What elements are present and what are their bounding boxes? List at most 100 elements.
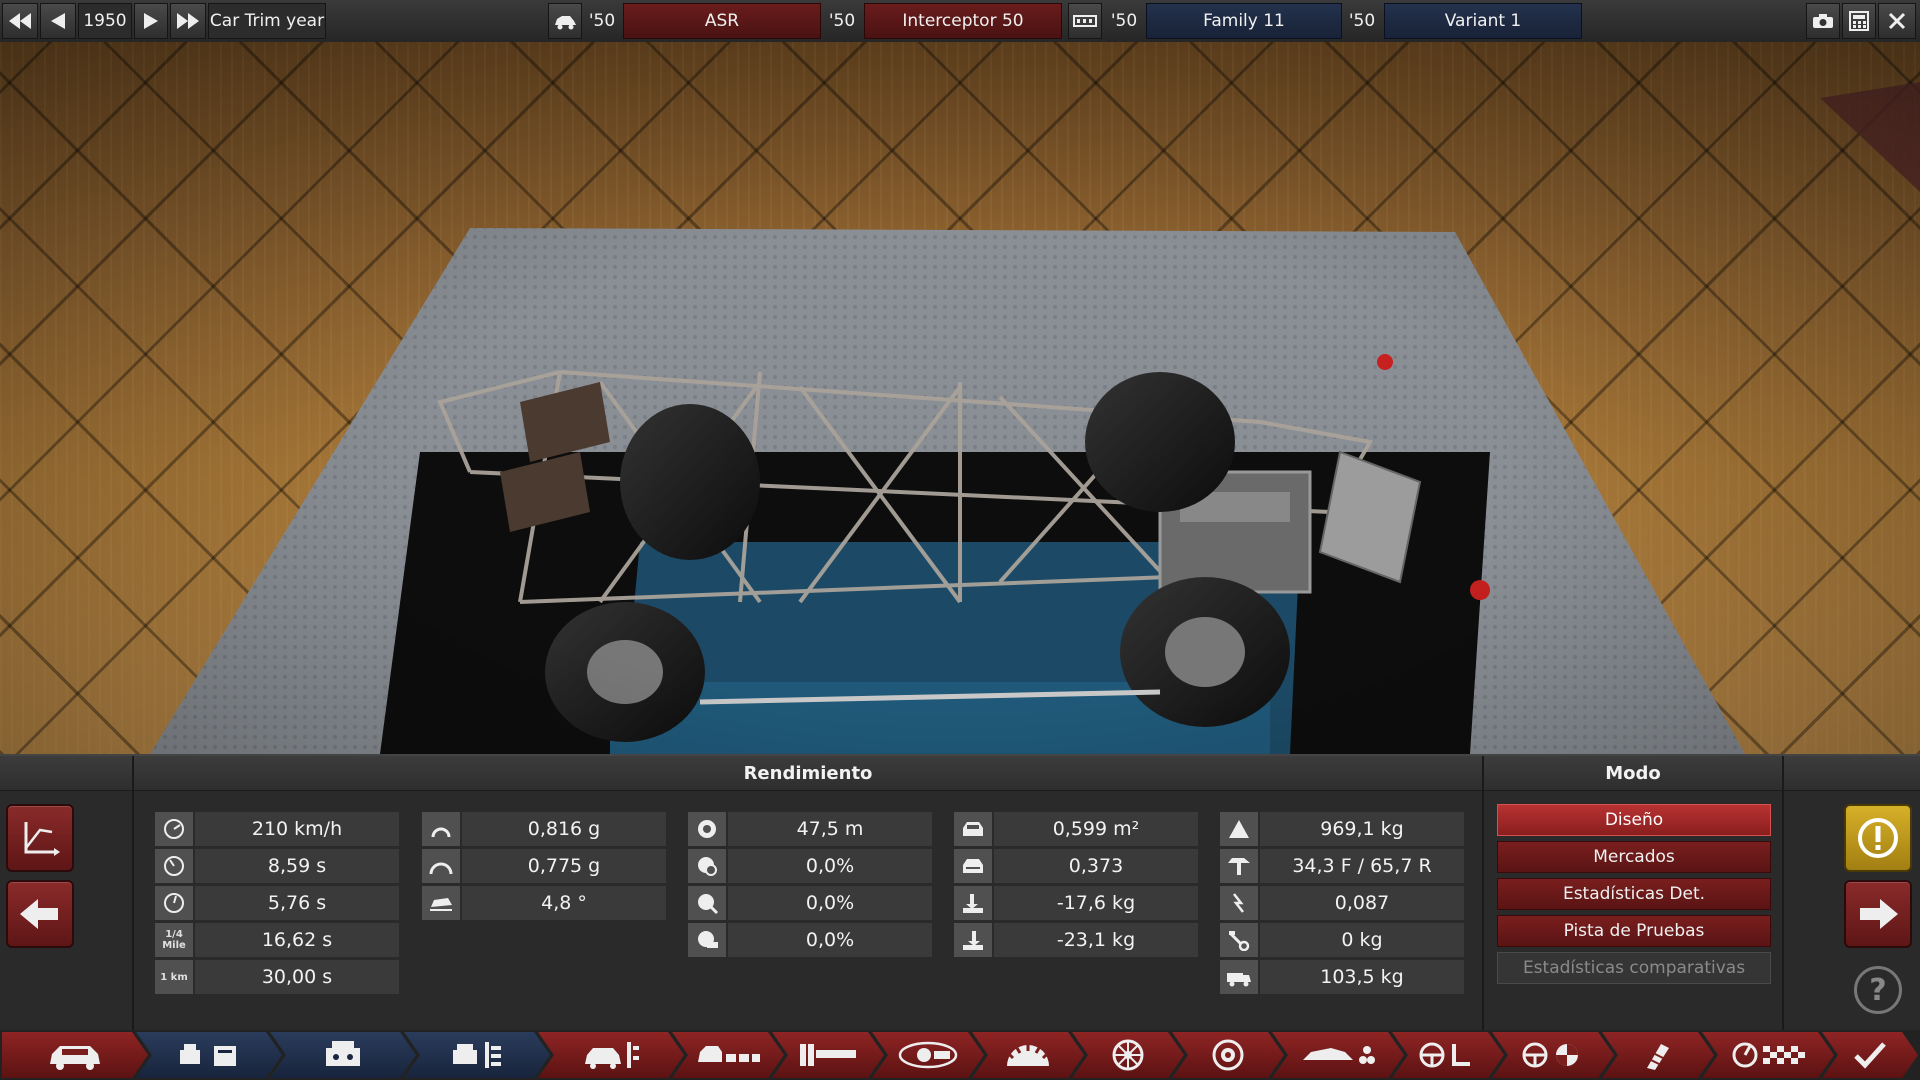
nav-testing[interactable] bbox=[1702, 1032, 1834, 1078]
screenshot-button[interactable] bbox=[1806, 3, 1840, 39]
nav-safety[interactable] bbox=[1492, 1032, 1614, 1078]
car-model-button[interactable] bbox=[548, 3, 582, 39]
trim-year: '50 bbox=[828, 11, 856, 31]
quarter-mile-icon: 1/4 Mile bbox=[155, 923, 193, 957]
stat-weight-distribution: 34,3 F / 65,7 R bbox=[1220, 849, 1464, 883]
close-button[interactable] bbox=[1878, 3, 1916, 39]
step-forward-button[interactable] bbox=[134, 3, 168, 39]
stat-value: 0 kg bbox=[1260, 923, 1464, 957]
back-button[interactable] bbox=[6, 880, 74, 948]
nav-suspension[interactable] bbox=[972, 1032, 1084, 1078]
nav-engine-placement[interactable] bbox=[872, 1032, 984, 1078]
family-name[interactable]: Family 11 bbox=[1146, 3, 1342, 39]
nav-car-trim[interactable] bbox=[538, 1032, 684, 1078]
designer-navigation bbox=[0, 1030, 1920, 1080]
frontal-area-icon bbox=[954, 812, 992, 846]
calculator-button[interactable] bbox=[1842, 3, 1876, 39]
next-button[interactable] bbox=[1844, 880, 1912, 948]
stat-quarter-mile: 1/4 Mile 16,62 s bbox=[155, 923, 399, 957]
stat-value: 4,8 ° bbox=[462, 886, 666, 920]
mode-compare-stats-button[interactable]: Estadísticas comparativas bbox=[1497, 952, 1771, 984]
cargo-icon bbox=[1220, 960, 1258, 994]
engine-placement-icon bbox=[896, 1040, 960, 1070]
car-model-icon bbox=[555, 16, 576, 30]
stat-top-speed: 210 km/h bbox=[155, 812, 399, 846]
brake-fade-2-icon bbox=[688, 886, 726, 920]
wheel-icon bbox=[1111, 1038, 1145, 1072]
mode-header: Modo bbox=[1484, 756, 1782, 791]
aero-icon bbox=[1301, 1040, 1375, 1070]
weight-distribution-icon bbox=[1220, 849, 1258, 883]
help-button[interactable]: ? bbox=[1854, 966, 1902, 1014]
nav-engine-variant[interactable] bbox=[404, 1032, 550, 1078]
one-km-icon: 1 km bbox=[155, 960, 193, 994]
nav-interior[interactable] bbox=[1392, 1032, 1504, 1078]
bottom-panel: Rendimiento Modo ? 210 km/h 8,59 s 5,76 … bbox=[0, 754, 1920, 1032]
stat-value: 5,76 s bbox=[195, 886, 399, 920]
stat-weight: 969,1 kg bbox=[1220, 812, 1464, 846]
year-label: Car Trim year bbox=[208, 3, 326, 39]
trim-name[interactable]: Interceptor 50 bbox=[864, 3, 1062, 39]
family-year: '50 bbox=[1110, 11, 1138, 31]
nav-finish[interactable] bbox=[1822, 1032, 1918, 1078]
stat-value: 0,775 g bbox=[462, 849, 666, 883]
checkered-flag-icon bbox=[1731, 1040, 1805, 1070]
nav-engine-family[interactable] bbox=[270, 1032, 416, 1078]
weight-ratio-icon bbox=[1220, 886, 1258, 920]
stat-drag-coefficient: 0,373 bbox=[954, 849, 1198, 883]
nav-chassis-family[interactable] bbox=[136, 1032, 282, 1078]
camera-angle-button[interactable] bbox=[6, 804, 74, 872]
mode-detailed-stats-button[interactable]: Estadísticas Det. bbox=[1497, 878, 1771, 910]
stat-value: -23,1 kg bbox=[994, 923, 1198, 957]
mode-markets-button[interactable]: Mercados bbox=[1497, 841, 1771, 873]
stat-front-downforce: -17,6 kg bbox=[954, 886, 1198, 920]
rewind-button[interactable] bbox=[2, 3, 38, 39]
stat-value: 0,087 bbox=[1260, 886, 1464, 920]
body-icon bbox=[696, 1040, 760, 1070]
warning-button[interactable] bbox=[1844, 804, 1912, 872]
mode-design-button[interactable]: Diseño bbox=[1497, 804, 1771, 836]
variant-year: '50 bbox=[1348, 11, 1376, 31]
model-name[interactable]: ASR bbox=[623, 3, 821, 39]
arrow-right-icon bbox=[1860, 899, 1898, 929]
towing-icon bbox=[1220, 923, 1258, 957]
nav-brakes[interactable] bbox=[1172, 1032, 1284, 1078]
step-back-button[interactable] bbox=[40, 3, 76, 39]
stat-value: 969,1 kg bbox=[1260, 812, 1464, 846]
stat-body-roll: 4,8 ° bbox=[422, 886, 666, 920]
front-downforce-icon bbox=[954, 886, 992, 920]
stat-value: 34,3 F / 65,7 R bbox=[1260, 849, 1464, 883]
stat-value: 0,816 g bbox=[462, 812, 666, 846]
year-display[interactable]: 1950 bbox=[78, 3, 132, 39]
braking-distance-icon bbox=[688, 812, 726, 846]
nav-drivetrain[interactable] bbox=[772, 1032, 884, 1078]
nav-aero[interactable] bbox=[1272, 1032, 1404, 1078]
cornering-grip-2-icon bbox=[422, 849, 460, 883]
engine-block-icon bbox=[318, 1038, 368, 1072]
arrow-left-icon bbox=[20, 899, 58, 929]
stat-value: 0,0% bbox=[728, 849, 932, 883]
rewind-icon bbox=[9, 13, 31, 29]
car-model-icon bbox=[46, 1038, 104, 1072]
car-3d-viewport[interactable] bbox=[0, 42, 1920, 754]
variant-name[interactable]: Variant 1 bbox=[1384, 3, 1582, 39]
engine-family-icon bbox=[1073, 15, 1097, 27]
fast-forward-button[interactable] bbox=[170, 3, 206, 39]
stat-brake-fade-3: 0,0% bbox=[688, 923, 932, 957]
model-year: '50 bbox=[588, 11, 616, 31]
step-forward-icon bbox=[144, 13, 158, 29]
nav-car-model[interactable] bbox=[2, 1032, 148, 1078]
engine-family-button[interactable] bbox=[1068, 3, 1102, 39]
fuel-icon bbox=[1641, 1040, 1675, 1070]
nav-wheels[interactable] bbox=[1072, 1032, 1184, 1078]
nav-fuel-system[interactable] bbox=[1602, 1032, 1714, 1078]
stat-value: 16,62 s bbox=[195, 923, 399, 957]
nav-body[interactable] bbox=[672, 1032, 784, 1078]
stat-rear-downforce: -23,1 kg bbox=[954, 923, 1198, 957]
stat-value: 0,0% bbox=[728, 886, 932, 920]
camera-angle-icon bbox=[24, 822, 60, 856]
stat-brake-fade-2: 0,0% bbox=[688, 886, 932, 920]
mode-test-track-button[interactable]: Pista de Pruebas bbox=[1497, 915, 1771, 947]
stat-value: 30,00 s bbox=[195, 960, 399, 994]
stat-value: 8,59 s bbox=[195, 849, 399, 883]
